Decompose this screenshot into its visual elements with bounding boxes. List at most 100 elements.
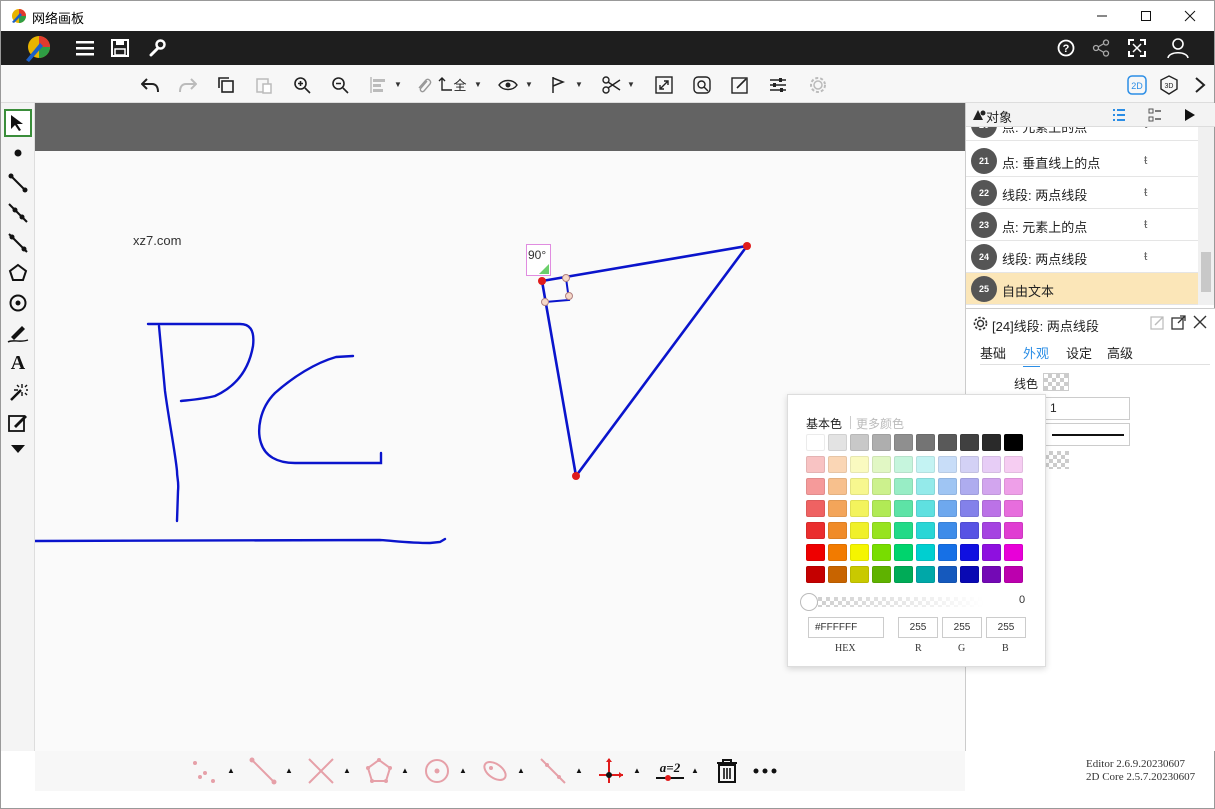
settings-button[interactable] <box>143 34 171 62</box>
tab-basic[interactable]: 基础 <box>980 343 1006 362</box>
transform-button[interactable] <box>601 74 623 96</box>
circle-tool[interactable] <box>4 289 32 317</box>
color-swatch[interactable] <box>894 478 913 495</box>
color-swatch[interactable] <box>960 566 979 583</box>
caret-up-icon[interactable]: ▲ <box>401 766 409 775</box>
visibility-caret-icon[interactable]: ▼ <box>525 80 533 89</box>
tab-appearance[interactable]: 外观 <box>1023 343 1049 362</box>
close-window-button[interactable] <box>1167 1 1213 31</box>
paste-button[interactable] <box>253 74 275 96</box>
axes-filter-button[interactable] <box>595 755 627 787</box>
color-swatch[interactable] <box>982 544 1001 561</box>
align-button[interactable] <box>367 74 389 96</box>
share-button[interactable] <box>1087 34 1115 62</box>
color-swatch[interactable] <box>960 456 979 473</box>
popout-icon[interactable] <box>1171 315 1186 330</box>
undo-button[interactable] <box>139 74 161 96</box>
color-swatch[interactable] <box>850 500 869 517</box>
coordinate-axis-button[interactable]: 全 <box>438 74 470 96</box>
color-swatch[interactable] <box>1004 456 1023 473</box>
color-swatch[interactable] <box>916 566 935 583</box>
flag-button[interactable] <box>547 74 569 96</box>
points-filter-button[interactable] <box>189 755 221 787</box>
color-swatch[interactable] <box>872 544 891 561</box>
parameters-filter-button[interactable]: a=2 <box>653 755 687 787</box>
color-swatch[interactable] <box>982 522 1001 539</box>
color-swatch[interactable] <box>806 478 825 495</box>
line-tool[interactable] <box>4 229 32 257</box>
color-swatch[interactable] <box>938 544 957 561</box>
color-swatch[interactable] <box>894 500 913 517</box>
more-tools-button[interactable] <box>4 435 32 463</box>
color-swatch[interactable] <box>1004 478 1023 495</box>
segment-tool[interactable] <box>4 169 32 197</box>
color-swatch[interactable] <box>828 478 847 495</box>
color-swatch[interactable] <box>850 544 869 561</box>
object-type-icon[interactable]: ŧ <box>1144 185 1147 199</box>
maximize-button[interactable] <box>1123 1 1169 31</box>
b-input[interactable]: 255 <box>986 617 1026 638</box>
save-button[interactable] <box>106 34 134 62</box>
color-swatch[interactable] <box>850 434 869 451</box>
color-swatch[interactable] <box>828 544 847 561</box>
color-swatch[interactable] <box>1004 434 1023 451</box>
lines-filter-button[interactable] <box>305 755 337 787</box>
hex-input[interactable]: #FFFFFF <box>808 617 884 638</box>
color-swatch[interactable] <box>894 522 913 539</box>
objects-scrollbar[interactable] <box>1198 127 1214 305</box>
object-type-icon[interactable]: ŧ <box>1144 249 1147 263</box>
conics-filter-button[interactable] <box>479 755 511 787</box>
pen-tool[interactable] <box>4 319 32 347</box>
color-swatch[interactable] <box>850 566 869 583</box>
color-swatch[interactable] <box>960 478 979 495</box>
search-element-button[interactable] <box>691 74 713 96</box>
line-color-swatch[interactable] <box>1043 373 1069 391</box>
polygons-filter-button[interactable] <box>363 755 395 787</box>
caret-up-icon[interactable]: ▲ <box>575 766 583 775</box>
color-swatch[interactable] <box>894 434 913 451</box>
caret-up-icon[interactable]: ▲ <box>459 766 467 775</box>
caret-up-icon[interactable]: ▲ <box>517 766 525 775</box>
user-account-button[interactable] <box>1164 34 1192 62</box>
r-input[interactable]: 255 <box>898 617 938 638</box>
color-swatch[interactable] <box>960 434 979 451</box>
color-swatch[interactable] <box>894 544 913 561</box>
object-type-icon[interactable]: ŧ <box>1144 127 1147 131</box>
magic-tool[interactable] <box>4 379 32 407</box>
color-swatch[interactable] <box>982 566 1001 583</box>
color-swatch[interactable] <box>916 434 935 451</box>
color-swatch[interactable] <box>938 478 957 495</box>
color-swatch[interactable] <box>960 544 979 561</box>
color-swatch[interactable] <box>806 544 825 561</box>
tree-view-icon[interactable] <box>1148 108 1162 122</box>
color-swatch[interactable] <box>982 500 1001 517</box>
zoom-out-button[interactable] <box>329 74 351 96</box>
minimize-button[interactable] <box>1079 1 1125 31</box>
angle-measure-label[interactable]: 90° <box>526 244 551 276</box>
list-item-selected[interactable]: 25 自由文本 <box>966 273 1198 305</box>
color-swatch[interactable] <box>828 566 847 583</box>
color-swatch[interactable] <box>938 522 957 539</box>
flag-caret-icon[interactable]: ▼ <box>575 80 583 89</box>
color-swatch[interactable] <box>828 500 847 517</box>
help-button[interactable]: ? <box>1052 34 1080 62</box>
color-swatch[interactable] <box>894 456 913 473</box>
list-item[interactable]: 21 点: 垂直线上的点 ŧ <box>966 145 1198 177</box>
fill-color-swatch[interactable] <box>1045 451 1069 469</box>
color-swatch[interactable] <box>938 500 957 517</box>
mode-3d-button[interactable]: 3D <box>1158 74 1180 96</box>
list-item[interactable]: 22 线段: 两点线段 ŧ <box>966 177 1198 209</box>
color-swatch[interactable] <box>1004 522 1023 539</box>
color-swatch[interactable] <box>894 566 913 583</box>
align-caret-icon[interactable]: ▼ <box>394 80 402 89</box>
color-swatch[interactable] <box>960 500 979 517</box>
object-type-icon[interactable]: ŧ <box>1144 217 1147 231</box>
color-swatch[interactable] <box>916 522 935 539</box>
transform-caret-icon[interactable]: ▼ <box>627 80 635 89</box>
redo-button[interactable] <box>177 74 199 96</box>
color-swatch[interactable] <box>1004 500 1023 517</box>
color-swatch[interactable] <box>982 478 1001 495</box>
axis-caret-icon[interactable]: ▼ <box>474 80 482 89</box>
visibility-button[interactable] <box>497 74 519 96</box>
more-colors-tab[interactable]: 更多颜色 <box>856 415 904 432</box>
